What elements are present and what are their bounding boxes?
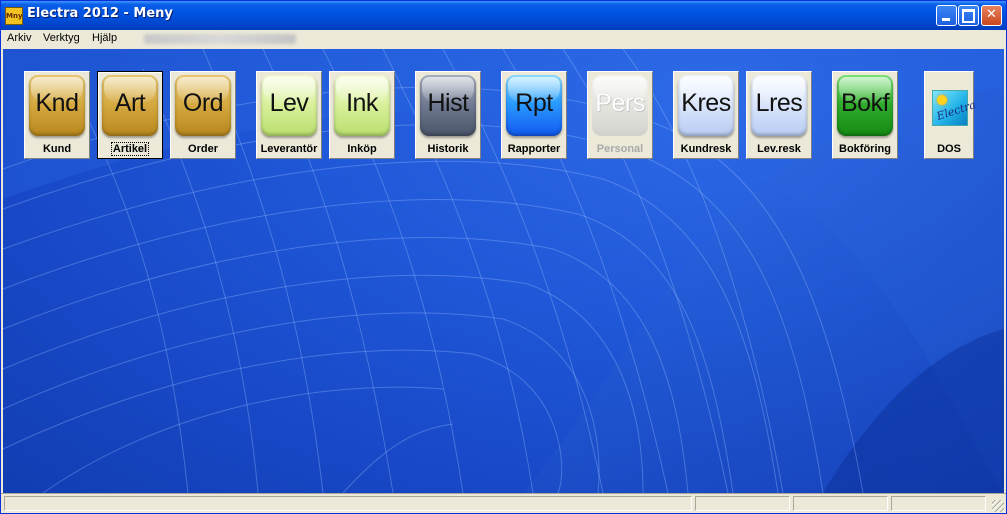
module-abbr: Art xyxy=(114,89,146,117)
electra-dos-icon: Electra xyxy=(932,90,977,126)
redacted-text xyxy=(144,34,296,44)
module-abbr: Hist xyxy=(427,89,469,117)
module-label: Kund xyxy=(42,143,72,155)
sun-icon xyxy=(937,95,947,105)
close-icon: ✕ xyxy=(986,7,997,22)
app-window: Mny Electra 2012 - Meny ✕ Arkiv Verktyg … xyxy=(0,0,1007,514)
module-label: Lev.resk xyxy=(757,143,801,155)
module-label: Bokföring xyxy=(839,143,891,155)
app-icon[interactable]: Mny xyxy=(5,7,23,25)
module-label: Artikel xyxy=(110,142,150,156)
module-label: DOS xyxy=(937,143,961,155)
maximize-icon xyxy=(962,9,975,23)
kund-icon: Knd xyxy=(29,75,85,136)
module-order-button[interactable]: Ord Order xyxy=(170,71,236,159)
module-kundresk-button[interactable]: Kres Kundresk xyxy=(673,71,739,159)
status-panel-2 xyxy=(695,496,790,511)
module-abbr: Rpt xyxy=(515,89,553,117)
resize-grip-icon[interactable] xyxy=(992,500,1004,512)
menu-arkiv[interactable]: Arkiv xyxy=(7,32,31,44)
module-inkop-button[interactable]: Ink Inköp xyxy=(329,71,395,159)
menu-hjalp[interactable]: Hjälp xyxy=(92,32,117,44)
status-bar xyxy=(1,493,1006,513)
module-levresk-button[interactable]: Lres Lev.resk xyxy=(746,71,812,159)
module-leverantor-button[interactable]: Lev Leverantör xyxy=(256,71,322,159)
module-historik-button[interactable]: Hist Historik xyxy=(415,71,481,159)
status-panel-4 xyxy=(891,496,986,511)
module-abbr: Lev xyxy=(269,89,309,117)
bokforing-icon: Bokf xyxy=(837,75,893,136)
status-panel-3 xyxy=(793,496,888,511)
module-abbr: Lres xyxy=(755,89,803,117)
module-label: Historik xyxy=(427,143,469,155)
module-abbr: Ink xyxy=(346,89,378,117)
module-label: Leverantör xyxy=(260,143,318,155)
module-label: Inköp xyxy=(347,143,377,155)
title-bar[interactable]: Mny Electra 2012 - Meny ✕ xyxy=(1,1,1006,30)
status-panel-main xyxy=(4,496,692,511)
menu-verktyg[interactable]: Verktyg xyxy=(43,32,80,44)
module-artikel-button[interactable]: Art Artikel xyxy=(97,71,163,159)
order-icon: Ord xyxy=(175,75,231,136)
module-dos-button[interactable]: Electra DOS xyxy=(924,71,977,159)
kundresk-icon: Kres xyxy=(678,75,734,136)
menu-background: Knd Kund Art Artikel Ord Order Lev Lever… xyxy=(3,49,1004,493)
close-button[interactable]: ✕ xyxy=(981,5,1002,26)
minimize-button[interactable] xyxy=(936,5,957,26)
module-abbr: Bokf xyxy=(840,89,890,117)
module-abbr: Knd xyxy=(35,89,79,117)
module-label: Order xyxy=(188,143,218,155)
module-label: Kundresk xyxy=(680,143,732,155)
module-label: Personal xyxy=(596,143,644,155)
artikel-icon: Art xyxy=(102,75,158,136)
module-rapporter-button[interactable]: Rpt Rapporter xyxy=(501,71,567,159)
levresk-icon: Lres xyxy=(751,75,807,136)
module-abbr: Ord xyxy=(182,89,224,117)
rapporter-icon: Rpt xyxy=(506,75,562,136)
leverantor-icon: Lev xyxy=(261,75,317,136)
module-abbr: Kres xyxy=(681,89,731,117)
inkop-icon: Ink xyxy=(334,75,390,136)
module-personal-button[interactable]: Pers Personal xyxy=(587,71,653,159)
module-bokforing-button[interactable]: Bokf Bokföring xyxy=(832,71,898,159)
maximize-button[interactable] xyxy=(958,5,979,26)
module-label: Rapporter xyxy=(507,143,561,155)
module-kund-button[interactable]: Knd Kund xyxy=(24,71,90,159)
minimize-icon xyxy=(942,18,950,21)
historik-icon: Hist xyxy=(420,75,476,136)
window-title: Electra 2012 - Meny xyxy=(27,6,173,21)
menu-bar: Arkiv Verktyg Hjälp xyxy=(1,30,1006,48)
module-abbr: Pers xyxy=(595,89,645,117)
personal-icon: Pers xyxy=(592,75,648,136)
